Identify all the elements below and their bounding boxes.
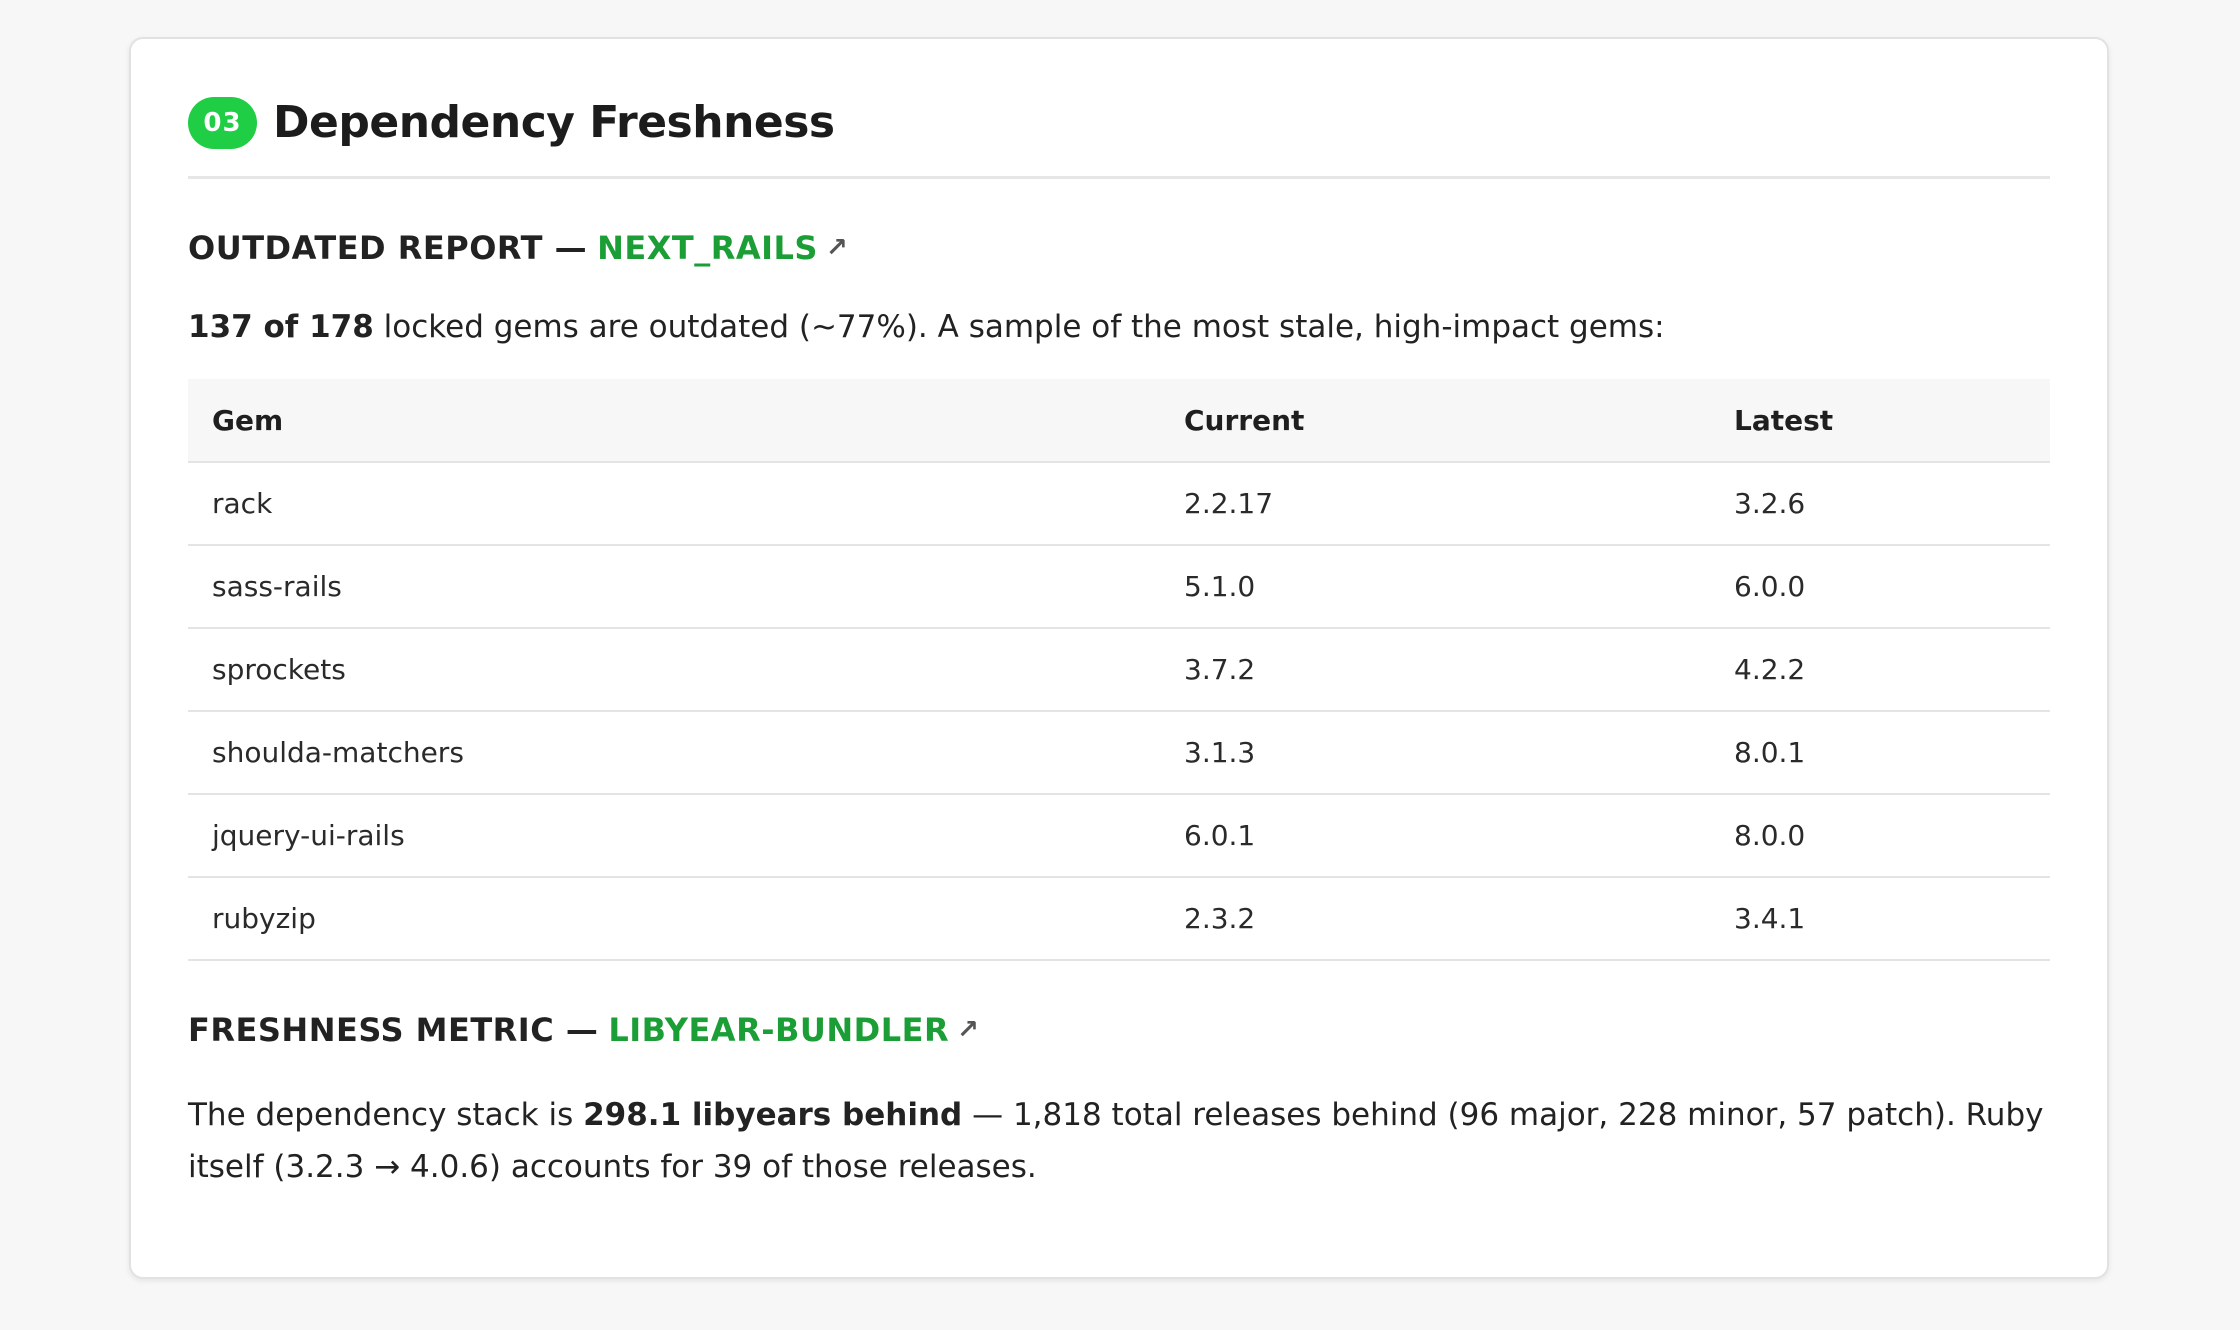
- current-version: 2.3.2: [1160, 877, 1710, 961]
- column-header-current: Current: [1160, 379, 1710, 463]
- outdated-gems-table: Gem Current Latest rack 2.2.17 3.2.6 sas…: [188, 379, 2050, 961]
- gem-name: rack: [188, 462, 1160, 546]
- outdated-summary-text: locked gems are outdated (~77%). A sampl…: [373, 309, 1665, 345]
- gem-name: shoulda-matchers: [188, 711, 1160, 795]
- freshness-summary: The dependency stack is 298.1 libyears b…: [188, 1089, 2058, 1193]
- section-card: 03 Dependency Freshness OUTDATED REPORT …: [129, 37, 2109, 1279]
- section-header: 03 Dependency Freshness: [188, 39, 2050, 179]
- gem-name: sass-rails: [188, 545, 1160, 629]
- column-header-gem: Gem: [188, 379, 1160, 463]
- latest-version: 4.2.2: [1710, 628, 2050, 712]
- freshness-metric-heading-label: FRESHNESS METRIC —: [188, 1011, 599, 1049]
- table-row: jquery-ui-rails 6.0.1 8.0.0: [188, 794, 2050, 878]
- outdated-summary: 137 of 178 locked gems are outdated (~77…: [188, 309, 2050, 345]
- outdated-report-heading: OUTDATED REPORT — NEXT_RAILS ↗: [188, 229, 2050, 267]
- gem-name: sprockets: [188, 628, 1160, 712]
- libyear-bundler-link[interactable]: LIBYEAR-BUNDLER: [608, 1011, 949, 1049]
- latest-version: 8.0.0: [1710, 794, 2050, 878]
- latest-version: 3.2.6: [1710, 462, 2050, 546]
- page-title: Dependency Freshness: [273, 97, 835, 148]
- current-version: 3.7.2: [1160, 628, 1710, 712]
- table-row: sass-rails 5.1.0 6.0.0: [188, 545, 2050, 629]
- outdated-report-heading-label: OUTDATED REPORT —: [188, 229, 588, 267]
- current-version: 2.2.17: [1160, 462, 1710, 546]
- libyears-behind: 298.1 libyears behind: [583, 1097, 963, 1133]
- latest-version: 8.0.1: [1710, 711, 2050, 795]
- table-row: shoulda-matchers 3.1.3 8.0.1: [188, 711, 2050, 795]
- current-version: 6.0.1: [1160, 794, 1710, 878]
- outdated-count: 137 of 178: [188, 309, 374, 345]
- latest-version: 3.4.1: [1710, 877, 2050, 961]
- freshness-metric-heading: FRESHNESS METRIC — LIBYEAR-BUNDLER ↗: [188, 1011, 2050, 1049]
- section-number-badge: 03: [188, 96, 257, 149]
- current-version: 5.1.0: [1160, 545, 1710, 629]
- external-link-icon: ↗: [957, 1015, 980, 1045]
- gem-name: rubyzip: [188, 877, 1160, 961]
- next-rails-link[interactable]: NEXT_RAILS: [597, 229, 818, 267]
- column-header-latest: Latest: [1710, 379, 2050, 463]
- freshness-text-pre: The dependency stack is: [188, 1097, 584, 1133]
- table-row: rack 2.2.17 3.2.6: [188, 462, 2050, 546]
- table-row: sprockets 3.7.2 4.2.2: [188, 628, 2050, 712]
- current-version: 3.1.3: [1160, 711, 1710, 795]
- gem-name: jquery-ui-rails: [188, 794, 1160, 878]
- external-link-icon: ↗: [825, 233, 849, 263]
- latest-version: 6.0.0: [1710, 545, 2050, 629]
- table-row: rubyzip 2.3.2 3.4.1: [188, 877, 2050, 961]
- table-header-row: Gem Current Latest: [188, 379, 2050, 463]
